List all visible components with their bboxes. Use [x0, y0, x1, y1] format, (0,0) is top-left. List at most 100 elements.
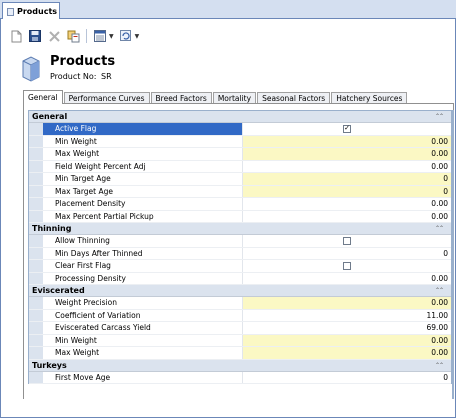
- collapse-chevron-up-icon[interactable]: ⌃⌃: [435, 113, 444, 120]
- property-value[interactable]: 0: [243, 185, 451, 197]
- property-row-coefficient-of-variation[interactable]: Coefficient of Variation 11.00: [29, 309, 451, 322]
- property-value[interactable]: 11.00: [243, 310, 451, 322]
- document-tabstrip: Products: [0, 0, 456, 20]
- view-menu-icon[interactable]: [93, 29, 107, 43]
- property-label[interactable]: Min Days After Thinned: [43, 247, 243, 259]
- property-label[interactable]: Field Weight Percent Adj: [43, 160, 243, 172]
- row-gutter: [29, 148, 43, 160]
- row-gutter: [29, 135, 43, 147]
- property-label[interactable]: Max Percent Partial Pickup: [43, 210, 243, 222]
- property-value[interactable]: 0.00: [243, 135, 451, 147]
- property-label[interactable]: Coefficient of Variation: [43, 309, 243, 321]
- property-row-max-weight[interactable]: Max Weight 0.00: [29, 347, 451, 360]
- property-value[interactable]: 0.00: [243, 198, 451, 210]
- property-value-cell: [243, 235, 451, 247]
- property-row-min-days-after-thinned[interactable]: Min Days After Thinned 0: [29, 247, 451, 260]
- property-value[interactable]: 0.00: [243, 273, 451, 285]
- property-row-eviscerated-carcass-yield[interactable]: Eviscerated Carcass Yield 69.00: [29, 322, 451, 335]
- property-label[interactable]: Clear First Flag: [43, 260, 243, 272]
- property-value[interactable]: 0: [243, 372, 451, 384]
- toolbar: ▼ ▼: [1, 25, 455, 47]
- row-gutter: [29, 322, 43, 334]
- checkbox[interactable]: [343, 236, 351, 245]
- category-header-turkeys[interactable]: Turkeys ⌃⌃: [29, 359, 451, 372]
- row-gutter: [29, 210, 43, 222]
- property-row-max-weight[interactable]: Max Weight 0.00: [29, 148, 451, 161]
- property-value[interactable]: 0: [243, 248, 451, 260]
- property-row-field-weight-percent-adj[interactable]: Field Weight Percent Adj 0.00: [29, 160, 451, 173]
- property-label[interactable]: Max Target Age: [43, 185, 243, 197]
- property-label[interactable]: Processing Density: [43, 272, 243, 284]
- product-number-value: SR: [101, 72, 112, 81]
- property-row-max-percent-partial-pickup[interactable]: Max Percent Partial Pickup 0.00: [29, 210, 451, 223]
- property-value[interactable]: 0.00: [243, 148, 451, 160]
- property-value[interactable]: 0.00: [243, 347, 451, 359]
- row-gutter: [29, 334, 43, 346]
- tab-general[interactable]: General: [23, 90, 63, 104]
- refresh-menu-chevron-down-icon[interactable]: ▼: [135, 33, 140, 40]
- property-label[interactable]: Min Weight: [43, 135, 243, 147]
- property-value[interactable]: 0.00: [243, 161, 451, 173]
- property-row-allow-thinning[interactable]: Allow Thinning: [29, 235, 451, 248]
- property-value-cell: ✓: [243, 123, 451, 135]
- collapse-chevron-up-icon[interactable]: ⌃⌃: [435, 287, 444, 294]
- collapse-chevron-up-icon[interactable]: ⌃⌃: [435, 362, 444, 369]
- property-label[interactable]: Allow Thinning: [43, 235, 243, 247]
- collapse-chevron-up-icon[interactable]: ⌃⌃: [435, 225, 444, 232]
- property-value[interactable]: 0.00: [243, 297, 451, 309]
- property-label[interactable]: Min Weight: [43, 334, 243, 346]
- copy-icon[interactable]: [66, 29, 80, 43]
- delete-icon[interactable]: [47, 29, 61, 43]
- category-header-thinning[interactable]: Thinning ⌃⌃: [29, 223, 451, 235]
- row-gutter: [29, 160, 43, 172]
- save-icon[interactable]: [28, 29, 42, 43]
- property-value[interactable]: 0.00: [243, 334, 451, 346]
- property-label[interactable]: Placement Density: [43, 198, 243, 210]
- property-value[interactable]: 69.00: [243, 322, 451, 334]
- product-number: Product No: SR: [50, 72, 115, 81]
- row-gutter: [29, 123, 43, 135]
- property-value[interactable]: 0.00: [243, 211, 451, 223]
- property-label[interactable]: Eviscerated Carcass Yield: [43, 322, 243, 334]
- row-gutter: [29, 247, 43, 259]
- page-header: Products Product No: SR: [21, 55, 115, 91]
- category-label: Eviscerated: [32, 286, 85, 295]
- document-tab-products[interactable]: Products: [2, 2, 60, 20]
- row-gutter: [29, 260, 43, 272]
- category-header-eviscerated[interactable]: Eviscerated ⌃⌃: [29, 285, 451, 297]
- property-value[interactable]: 0: [243, 173, 451, 185]
- property-label[interactable]: First Move Age: [43, 371, 243, 383]
- property-row-processing-density[interactable]: Processing Density 0.00: [29, 272, 451, 285]
- view-menu-chevron-down-icon[interactable]: ▼: [109, 33, 114, 40]
- property-row-min-weight[interactable]: Min Weight 0.00: [29, 135, 451, 148]
- property-row-min-target-age[interactable]: Min Target Age 0: [29, 173, 451, 186]
- row-gutter: [29, 309, 43, 321]
- checkbox[interactable]: [343, 261, 351, 270]
- new-icon[interactable]: [9, 29, 23, 43]
- property-row-first-move-age[interactable]: First Move Age 0: [29, 371, 451, 384]
- property-label[interactable]: Max Weight: [43, 347, 243, 359]
- category-header-general[interactable]: General ⌃⌃: [29, 111, 451, 123]
- refresh-menu-icon[interactable]: [119, 29, 133, 43]
- row-gutter: [29, 297, 43, 309]
- property-row-clear-first-flag[interactable]: Clear First Flag: [29, 260, 451, 273]
- property-label[interactable]: Weight Precision: [43, 297, 243, 309]
- product-number-label: Product No:: [50, 72, 97, 81]
- property-label[interactable]: Min Target Age: [43, 173, 243, 185]
- row-gutter: [29, 185, 43, 197]
- grid-right-edge: [452, 110, 454, 399]
- property-row-active-flag[interactable]: Active Flag ✓: [29, 123, 451, 136]
- property-row-min-weight[interactable]: Min Weight 0.00: [29, 334, 451, 347]
- property-label[interactable]: Max Weight: [43, 148, 243, 160]
- checkbox[interactable]: ✓: [343, 124, 351, 133]
- property-row-max-target-age[interactable]: Max Target Age 0: [29, 185, 451, 198]
- document-icon: [7, 7, 14, 16]
- page-title: Products: [50, 54, 116, 69]
- row-gutter: [29, 198, 43, 210]
- document-tab-label: Products: [17, 7, 58, 16]
- toolbar-separator: [86, 29, 87, 43]
- property-row-placement-density[interactable]: Placement Density 0.00: [29, 198, 451, 211]
- row-gutter: [29, 173, 43, 185]
- property-label[interactable]: Active Flag: [43, 123, 243, 135]
- property-row-weight-precision[interactable]: Weight Precision 0.00: [29, 297, 451, 310]
